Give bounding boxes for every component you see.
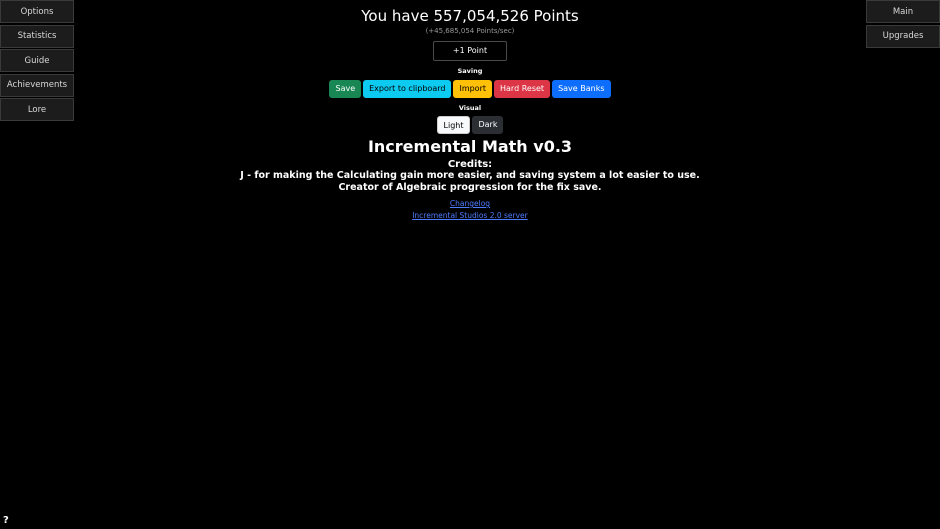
hard-reset-button[interactable]: Hard Reset [494,80,551,98]
credits-heading: Credits: [447,159,493,170]
server-link[interactable]: Incremental Studios 2.0 server [0,211,940,220]
credits-line-2: Creator of Algebraic progression for the… [338,182,602,193]
dark-theme-button[interactable]: Dark [472,116,504,134]
help-button[interactable]: ? [3,515,9,526]
game-screen: Options Statistics Guide Achievements Lo… [0,0,940,529]
saving-label: Saving [457,67,483,75]
changelog-link[interactable]: Changelog [0,199,940,208]
save-button[interactable]: Save [329,80,362,98]
credits-line-1: J - for making the Calculating gain more… [240,170,700,181]
light-theme-button[interactable]: Light [436,116,471,134]
saving-buttons: Save Export to clipboard Import Hard Res… [0,80,940,98]
points-counter: You have 557,054,526 Points [361,7,579,25]
export-clipboard-button[interactable]: Export to clipboard [363,80,452,98]
points-rate: (+45,685,054 Points/sec) [425,27,515,35]
import-button[interactable]: Import [453,80,493,98]
visual-buttons: Light Dark [0,116,940,134]
game-title: Incremental Math v0.3 [367,137,573,156]
visual-label: Visual [458,104,482,112]
add-point-button[interactable]: +1 Point [433,41,507,61]
save-banks-button[interactable]: Save Banks [552,80,611,98]
main-content: You have 557,054,526 Points (+45,685,054… [0,0,940,220]
